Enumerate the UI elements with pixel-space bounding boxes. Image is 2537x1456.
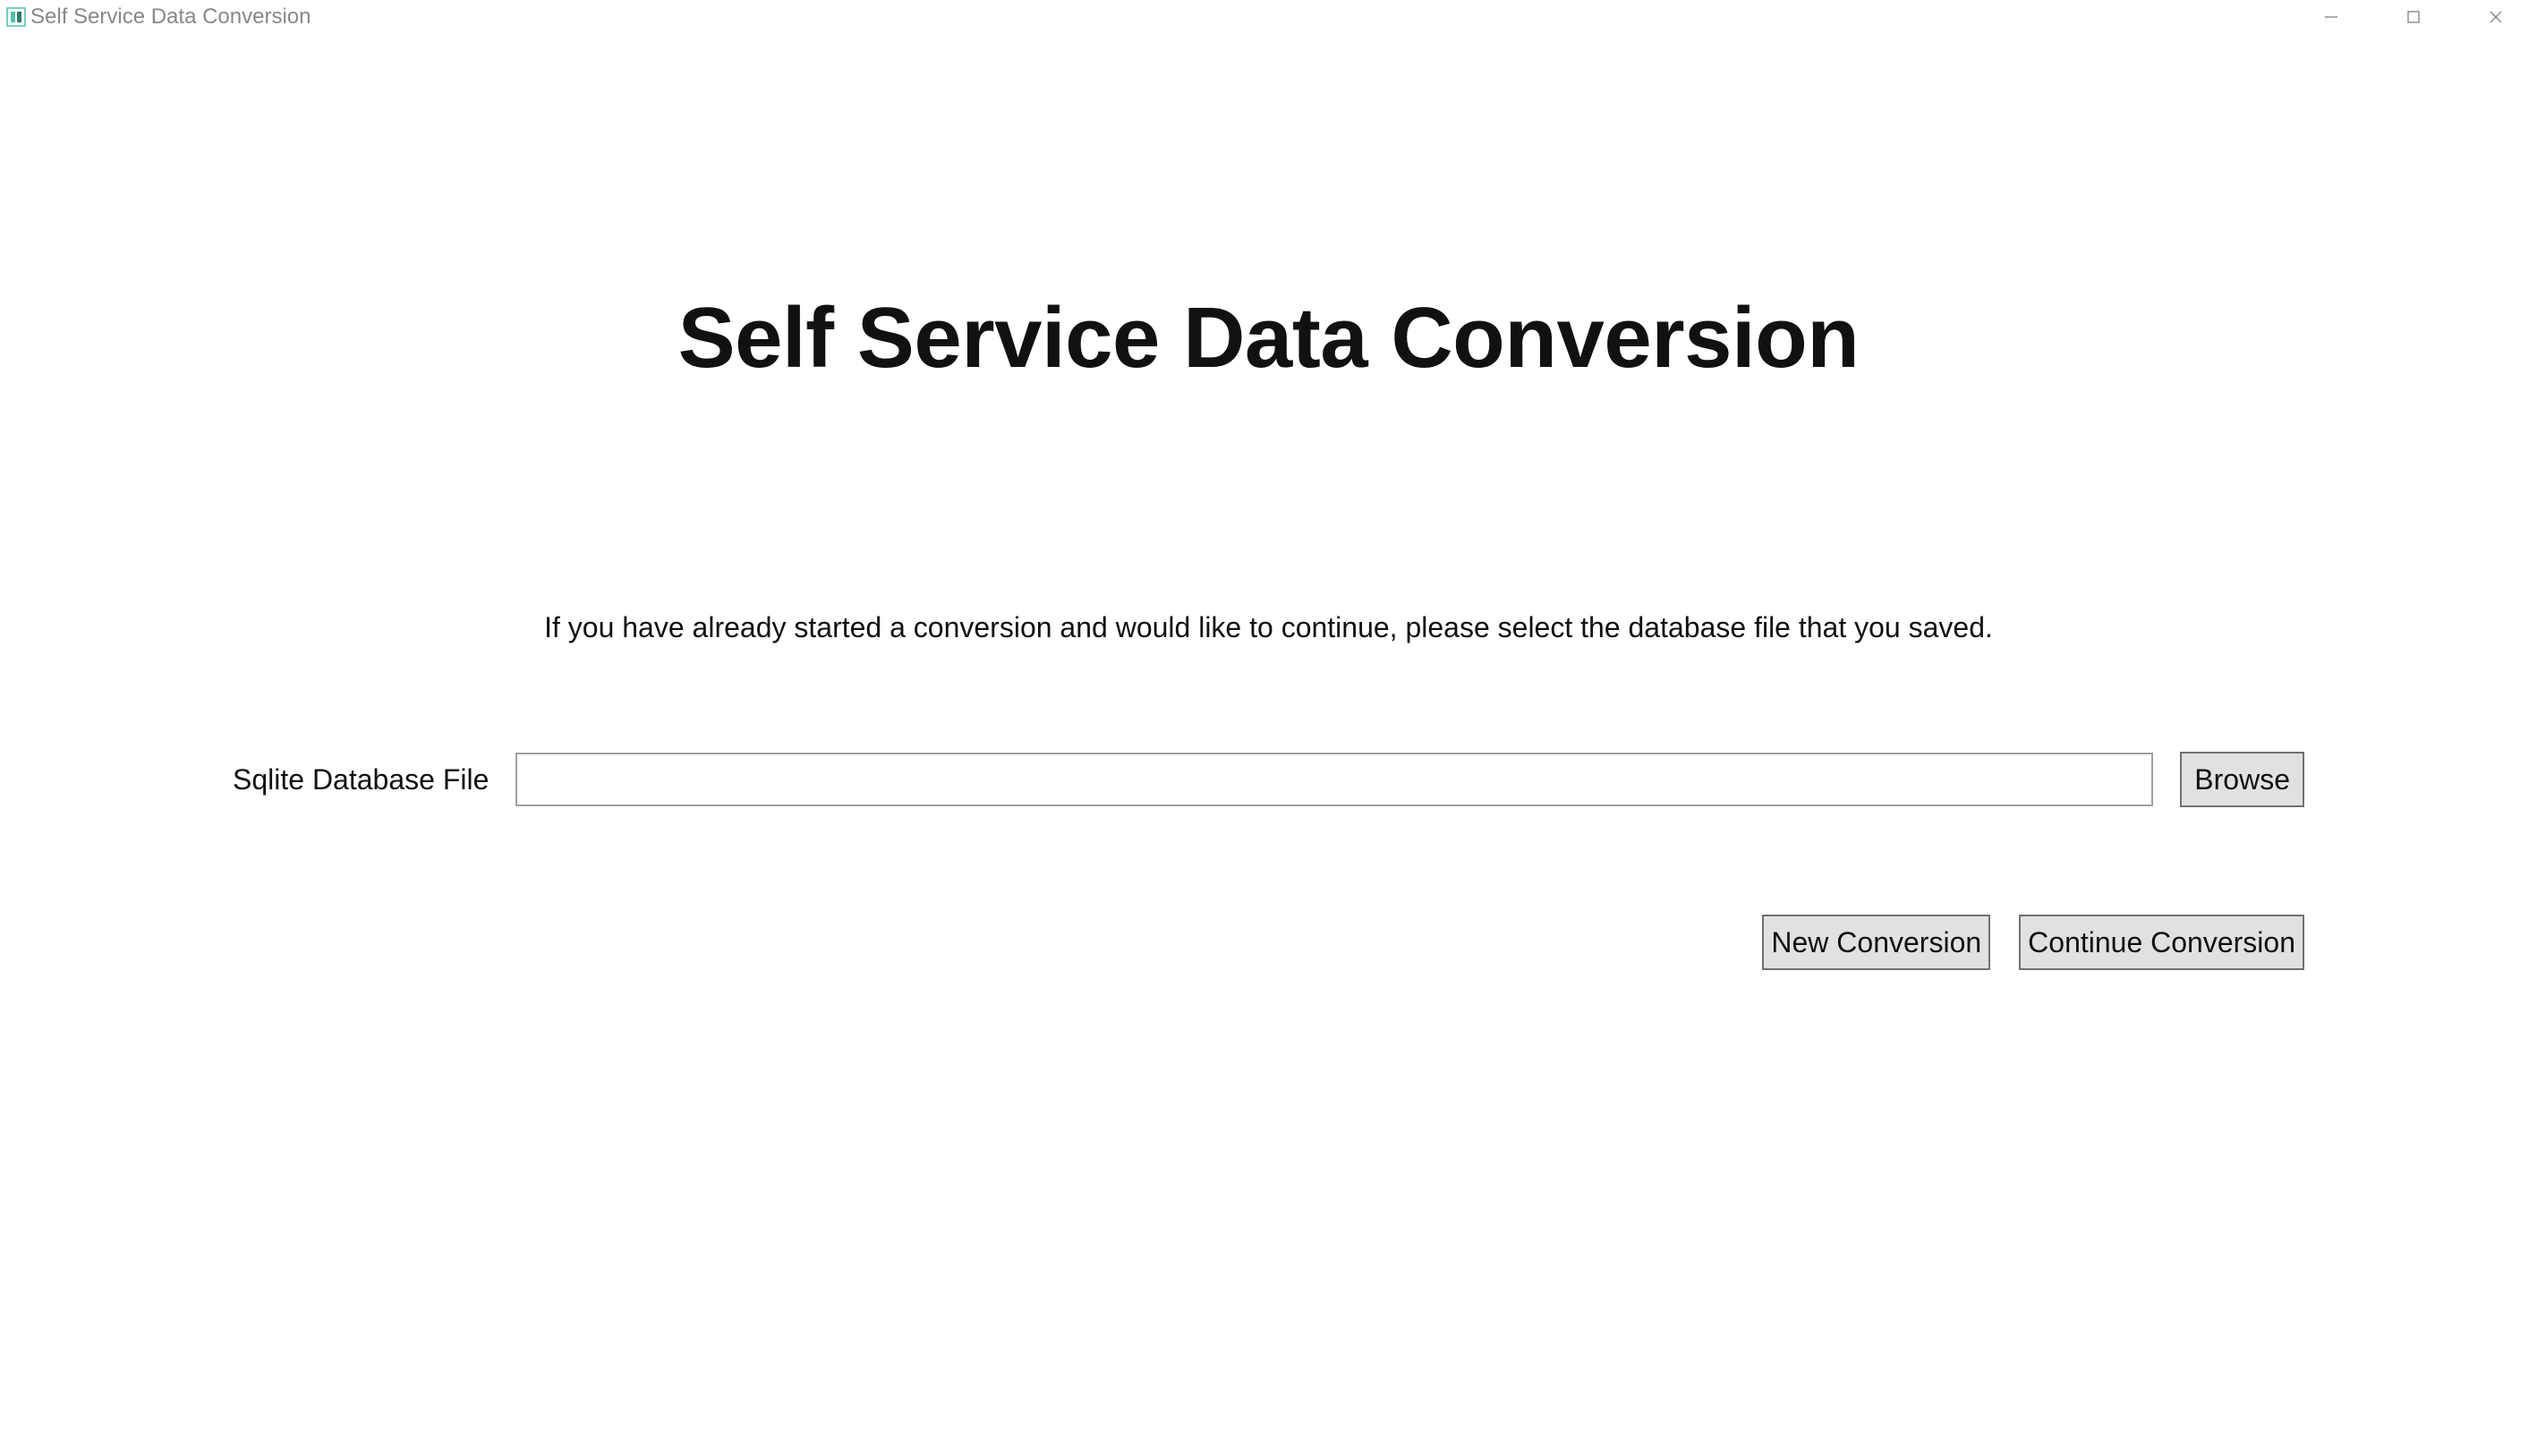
main-content: Self Service Data Conversion If you have… bbox=[0, 34, 2537, 970]
titlebar: Self Service Data Conversion bbox=[0, 0, 2537, 34]
window-title: Self Service Data Conversion bbox=[30, 4, 311, 30]
file-label: Sqlite Database File bbox=[233, 763, 489, 796]
close-button[interactable] bbox=[2455, 0, 2537, 34]
instructions-text: If you have already started a conversion… bbox=[544, 611, 1993, 644]
page-title: Self Service Data Conversion bbox=[678, 289, 1860, 387]
maximize-button[interactable] bbox=[2372, 0, 2455, 34]
titlebar-left-group: Self Service Data Conversion bbox=[5, 4, 311, 30]
window-controls bbox=[2290, 0, 2537, 34]
sqlite-database-file-input[interactable] bbox=[515, 753, 2153, 806]
app-icon bbox=[5, 6, 27, 28]
browse-button[interactable]: Browse bbox=[2180, 752, 2304, 807]
action-button-row: New Conversion Continue Conversion bbox=[0, 915, 2537, 970]
new-conversion-button[interactable]: New Conversion bbox=[1762, 915, 1990, 970]
minimize-button[interactable] bbox=[2290, 0, 2372, 34]
file-selection-row: Sqlite Database File Browse bbox=[0, 752, 2537, 807]
continue-conversion-button[interactable]: Continue Conversion bbox=[2019, 915, 2304, 970]
